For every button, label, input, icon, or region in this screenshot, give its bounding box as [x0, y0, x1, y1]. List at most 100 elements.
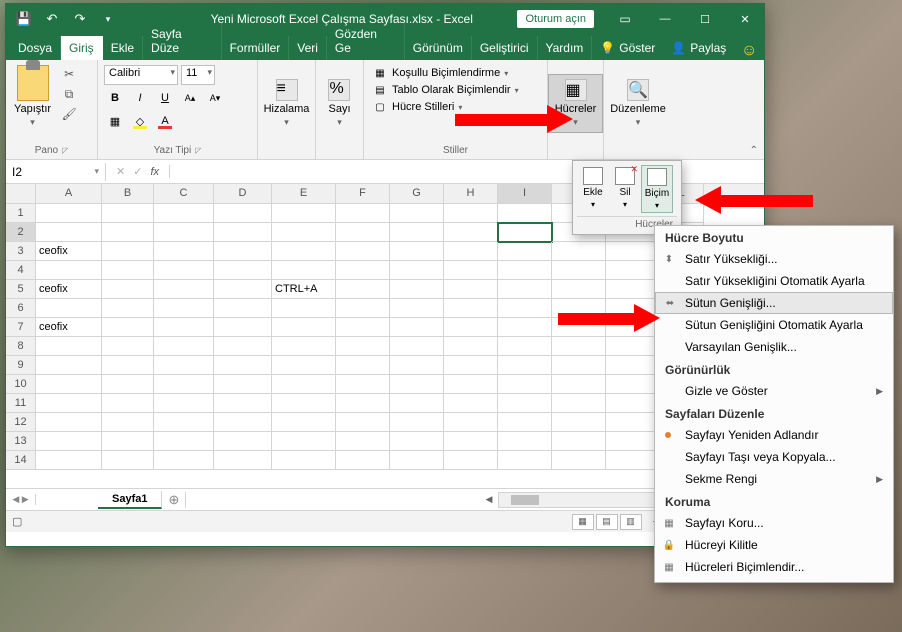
cell[interactable]	[444, 413, 498, 432]
tab-data[interactable]: Veri	[289, 36, 327, 60]
cell[interactable]	[214, 451, 272, 470]
cell[interactable]	[444, 261, 498, 280]
decrease-font-icon[interactable]: A▾	[204, 88, 226, 108]
cell[interactable]	[154, 223, 214, 242]
ribbon-display-icon[interactable]: ▭	[606, 4, 644, 34]
menu-rename-sheet[interactable]: Sayfayı Yeniden Adlandır	[655, 424, 893, 446]
cell[interactable]	[390, 337, 444, 356]
cell[interactable]	[390, 451, 444, 470]
number-button[interactable]: % Sayı ▾	[322, 75, 356, 132]
row-header[interactable]: 13	[6, 432, 36, 451]
cell[interactable]	[336, 394, 390, 413]
cell[interactable]	[444, 280, 498, 299]
cell[interactable]	[444, 394, 498, 413]
record-macro-icon[interactable]: ▢	[12, 515, 22, 528]
tab-view[interactable]: Görünüm	[405, 36, 472, 60]
cell[interactable]	[36, 261, 102, 280]
cell[interactable]	[606, 318, 660, 337]
cell[interactable]	[214, 375, 272, 394]
menu-autofit-column[interactable]: Sütun Genişliğini Otomatik Ayarla	[655, 314, 893, 336]
cell[interactable]	[36, 223, 102, 242]
cut-icon[interactable]: ✂	[59, 65, 79, 83]
cell[interactable]	[214, 394, 272, 413]
cell[interactable]	[36, 394, 102, 413]
cell[interactable]	[606, 394, 660, 413]
cell[interactable]	[390, 261, 444, 280]
cell[interactable]	[36, 337, 102, 356]
cell[interactable]	[36, 375, 102, 394]
column-header-D[interactable]: D	[214, 184, 272, 203]
cell[interactable]	[102, 261, 154, 280]
cell[interactable]	[154, 356, 214, 375]
row-header[interactable]: 4	[6, 261, 36, 280]
tab-help[interactable]: Yardım	[538, 36, 593, 60]
column-header-A[interactable]: A	[36, 184, 102, 203]
row-header[interactable]: 11	[6, 394, 36, 413]
cell[interactable]	[606, 432, 660, 451]
cell[interactable]	[498, 318, 552, 337]
cell[interactable]	[214, 356, 272, 375]
menu-default-width[interactable]: Varsayılan Genişlik...	[655, 336, 893, 358]
share-button[interactable]: 👤 Paylaş	[663, 36, 734, 60]
cell[interactable]	[36, 451, 102, 470]
font-name-select[interactable]: Calibri	[104, 65, 178, 85]
cell[interactable]	[498, 413, 552, 432]
cell[interactable]	[154, 299, 214, 318]
cell[interactable]	[444, 375, 498, 394]
format-painter-icon[interactable]: 🖌	[59, 105, 79, 123]
cell[interactable]	[214, 223, 272, 242]
menu-format-cells[interactable]: ▦Hücreleri Biçimlendir...	[655, 556, 893, 578]
cell[interactable]	[272, 299, 336, 318]
cell[interactable]	[154, 318, 214, 337]
tab-insert[interactable]: Ekle	[103, 36, 143, 60]
cell[interactable]	[102, 299, 154, 318]
tab-formulas[interactable]: Formüller	[222, 36, 290, 60]
column-header-H[interactable]: H	[444, 184, 498, 203]
tell-me[interactable]: 💡 Göster	[592, 36, 663, 60]
cell[interactable]	[102, 356, 154, 375]
cell[interactable]	[272, 318, 336, 337]
cell[interactable]: ceofix	[36, 280, 102, 299]
column-header-F[interactable]: F	[336, 184, 390, 203]
cell[interactable]	[272, 261, 336, 280]
underline-button[interactable]: U	[154, 88, 176, 108]
cell[interactable]	[214, 337, 272, 356]
menu-move-copy[interactable]: Sayfayı Taşı veya Kopyala...	[655, 446, 893, 468]
column-header-C[interactable]: C	[154, 184, 214, 203]
format-cells-button[interactable]: Biçim▾	[641, 165, 673, 213]
row-header[interactable]: 9	[6, 356, 36, 375]
column-header-I[interactable]: I	[498, 184, 552, 203]
cancel-icon[interactable]: ✕	[116, 165, 125, 178]
cell[interactable]	[336, 280, 390, 299]
cell[interactable]	[444, 337, 498, 356]
tab-layout[interactable]: Sayfa Düze	[143, 22, 222, 60]
cell[interactable]	[552, 375, 606, 394]
cell[interactable]	[606, 356, 660, 375]
cell[interactable]	[606, 280, 660, 299]
row-header[interactable]: 5	[6, 280, 36, 299]
cell[interactable]	[606, 451, 660, 470]
cell[interactable]	[390, 375, 444, 394]
tab-review[interactable]: Gözden Ge	[327, 22, 405, 60]
font-launcher-icon[interactable]: ◸	[195, 146, 201, 155]
hscroll-thumb[interactable]	[511, 495, 539, 505]
borders-button[interactable]: ▦	[104, 111, 126, 131]
tab-home[interactable]: Giriş	[61, 36, 103, 60]
cell[interactable]	[336, 261, 390, 280]
cell[interactable]	[272, 242, 336, 261]
row-header[interactable]: 12	[6, 413, 36, 432]
cell[interactable]	[272, 337, 336, 356]
cell[interactable]	[154, 337, 214, 356]
page-break-view-icon[interactable]: ▥	[620, 514, 642, 530]
cell[interactable]	[498, 261, 552, 280]
cell[interactable]	[36, 299, 102, 318]
cell[interactable]	[498, 451, 552, 470]
cell[interactable]: ceofix	[36, 242, 102, 261]
cell[interactable]	[214, 261, 272, 280]
cell[interactable]	[214, 204, 272, 223]
cell[interactable]	[102, 223, 154, 242]
cell[interactable]	[606, 299, 660, 318]
maximize-button[interactable]: ☐	[686, 4, 724, 34]
cell[interactable]	[336, 318, 390, 337]
cell[interactable]	[390, 299, 444, 318]
